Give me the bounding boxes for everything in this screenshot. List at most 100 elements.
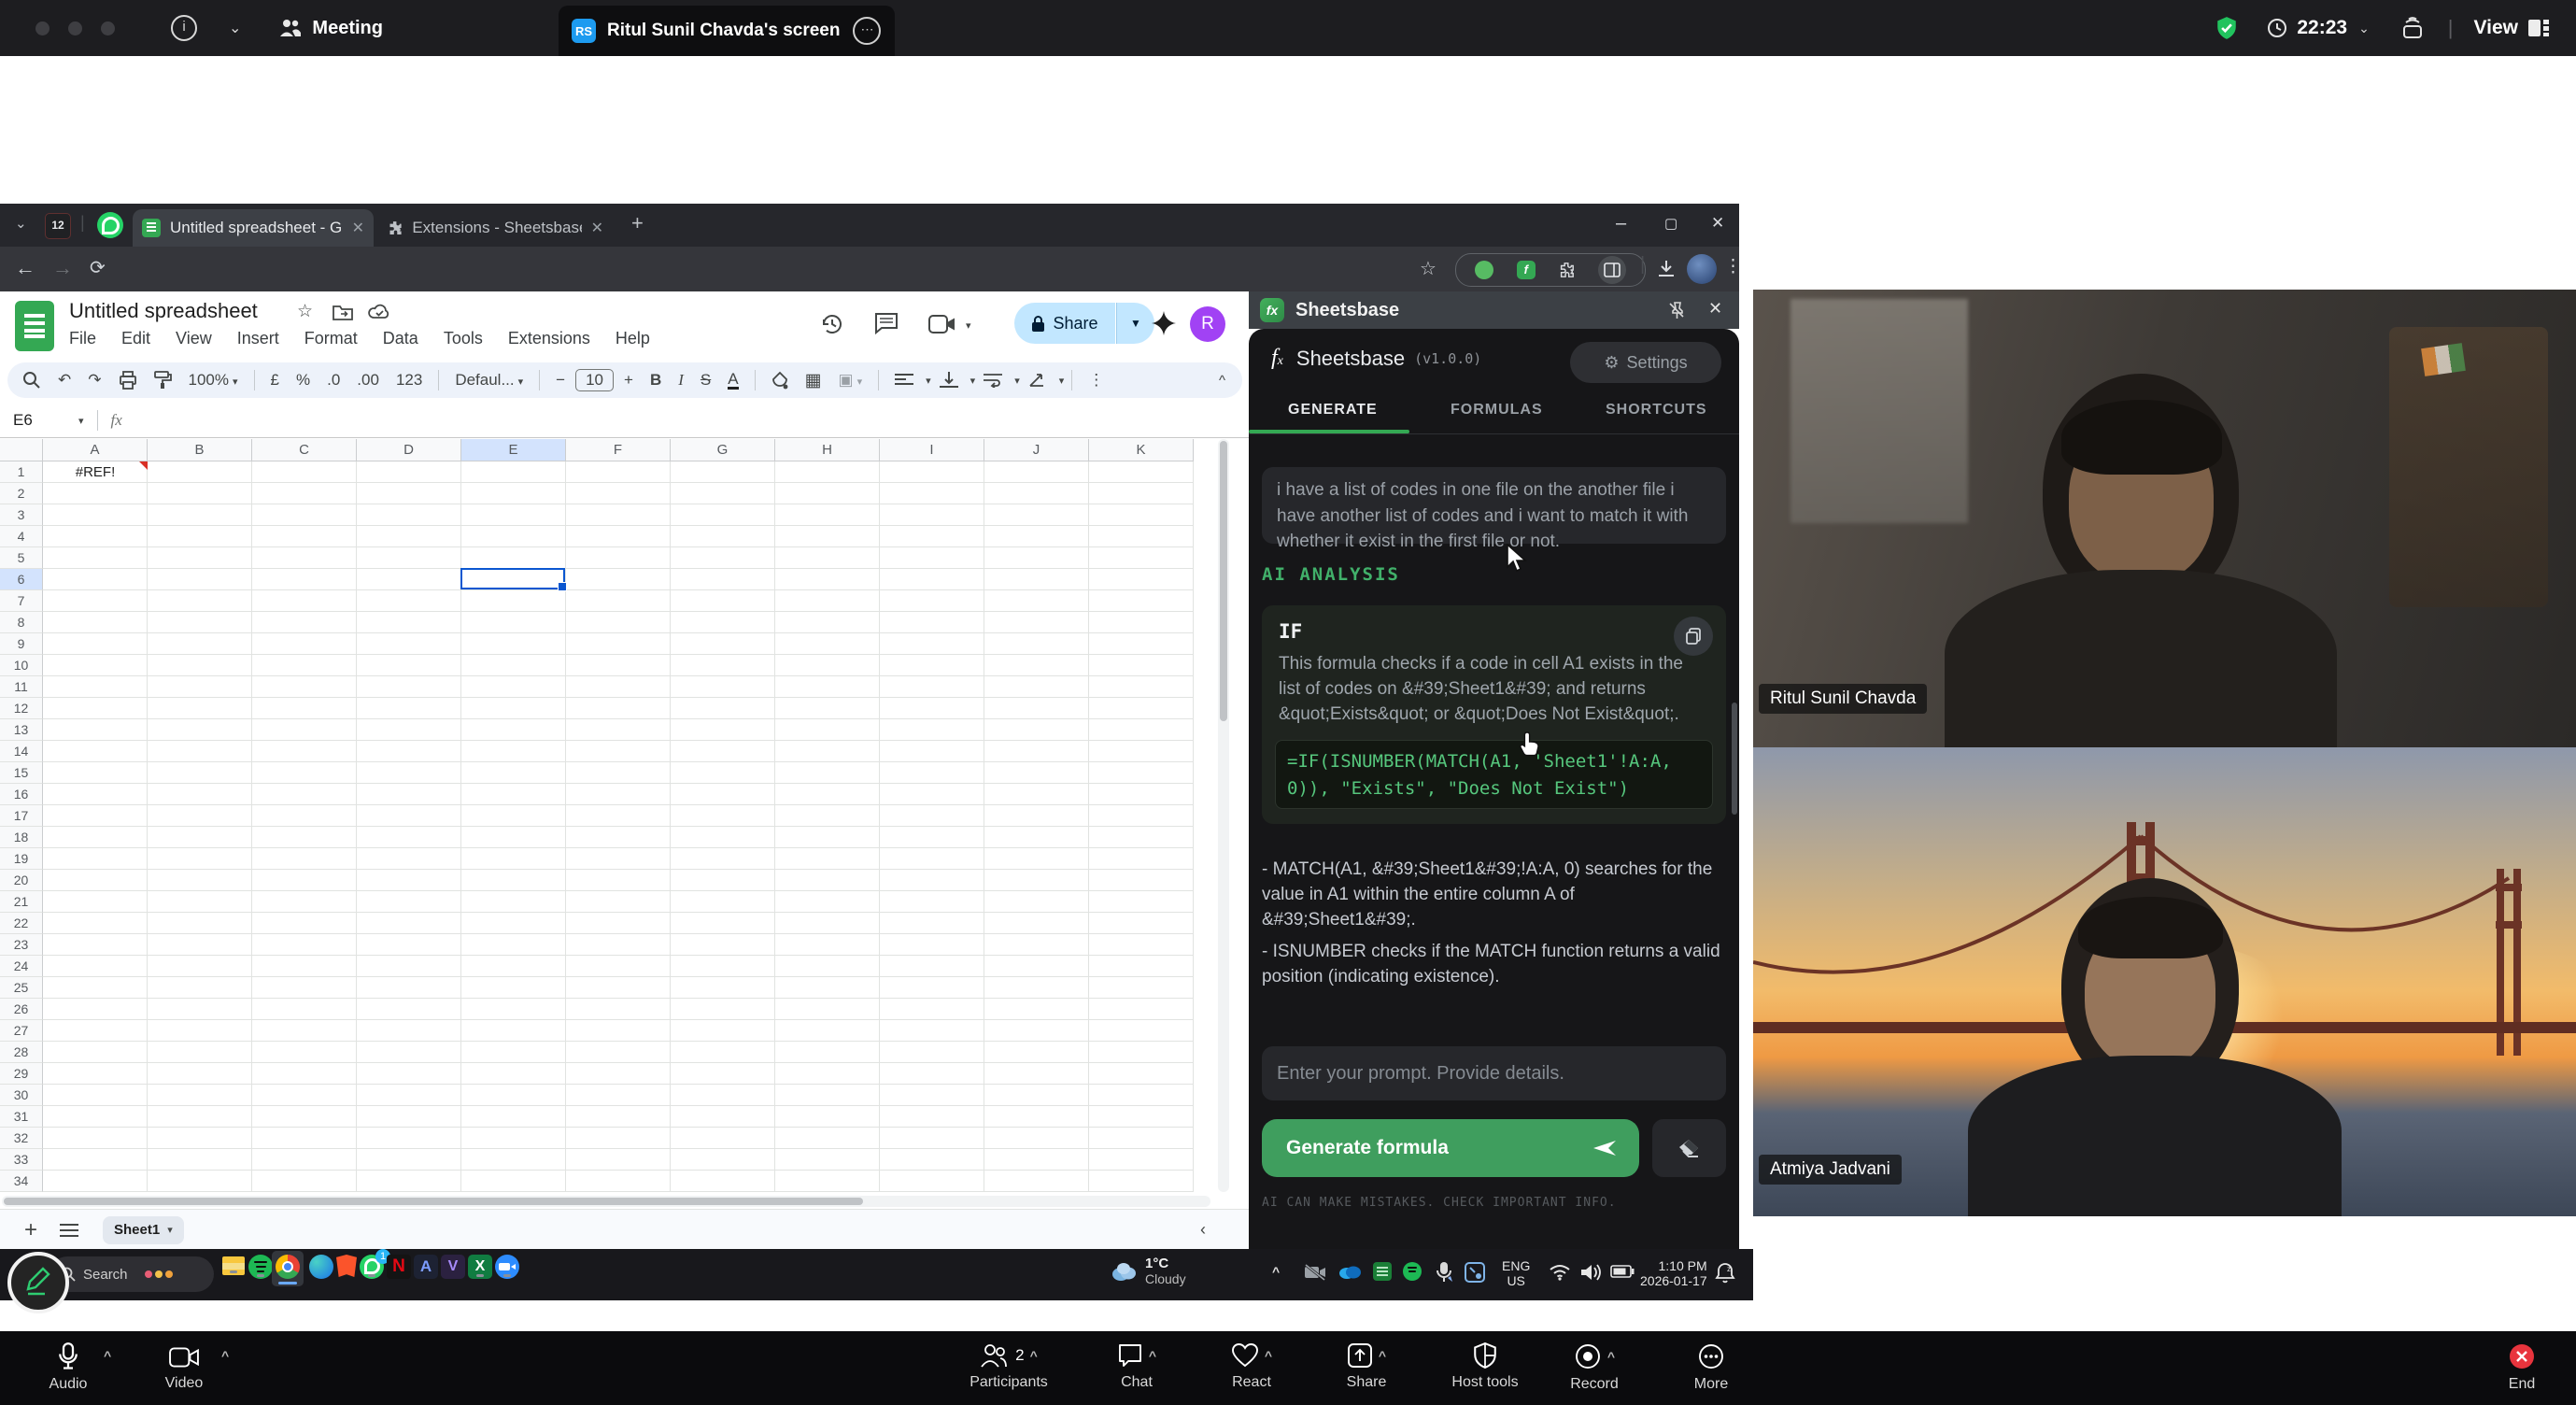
sheets-logo[interactable] bbox=[15, 301, 54, 351]
vertical-align-icon[interactable] bbox=[940, 372, 958, 389]
grid-hscrollbar[interactable] bbox=[2, 1196, 1210, 1207]
toolbar-more-icon[interactable]: ⋮ bbox=[1088, 371, 1104, 390]
menu-view[interactable]: View bbox=[176, 329, 212, 348]
reload-icon[interactable]: ⟳ bbox=[90, 256, 106, 279]
sheet-tab-active[interactable]: Sheet1 ▾ bbox=[103, 1216, 184, 1244]
brave-icon[interactable] bbox=[334, 1255, 359, 1279]
wifi-icon[interactable] bbox=[1549, 1264, 1571, 1281]
borders-icon[interactable]: ▦ bbox=[805, 370, 822, 391]
tab-close-icon[interactable]: ✕ bbox=[352, 219, 364, 237]
tray-capture-icon[interactable] bbox=[1465, 1262, 1485, 1283]
view-button[interactable]: View bbox=[2474, 17, 2518, 39]
react-chevron[interactable]: ^ bbox=[1265, 1348, 1272, 1363]
select-all-corner[interactable] bbox=[0, 439, 43, 461]
row-header-14[interactable]: 14 bbox=[0, 741, 43, 762]
react-control[interactable]: ^ React bbox=[1200, 1342, 1303, 1391]
cells-area[interactable]: #REF! bbox=[43, 461, 1194, 1192]
chat-control[interactable]: ^ Chat bbox=[1085, 1342, 1188, 1391]
add-sheet-button[interactable]: + bbox=[24, 1217, 37, 1243]
row-header-33[interactable]: 33 bbox=[0, 1149, 43, 1171]
column-header-C[interactable]: C bbox=[252, 439, 357, 461]
menu-extensions[interactable]: Extensions bbox=[508, 329, 590, 348]
row-header-19[interactable]: 19 bbox=[0, 848, 43, 870]
zoom-app-icon[interactable] bbox=[495, 1255, 519, 1279]
menu-format[interactable]: Format bbox=[304, 329, 358, 348]
row-header-22[interactable]: 22 bbox=[0, 913, 43, 934]
edge-icon[interactable] bbox=[309, 1255, 333, 1279]
menu-edit[interactable]: Edit bbox=[121, 329, 150, 348]
merge-cells-icon[interactable]: ▣▾ bbox=[839, 371, 863, 390]
move-folder-icon[interactable] bbox=[333, 304, 353, 320]
tabbar-scroll-left-icon[interactable]: ‹ bbox=[1200, 1220, 1206, 1240]
record-chevron[interactable]: ^ bbox=[1607, 1349, 1615, 1364]
more-control[interactable]: More bbox=[1664, 1342, 1758, 1393]
row-header-1[interactable]: 1 bbox=[0, 461, 43, 483]
row-header-26[interactable]: 26 bbox=[0, 999, 43, 1020]
side-panel-icon[interactable] bbox=[1598, 256, 1626, 284]
window-minimize-icon[interactable]: – bbox=[1616, 213, 1626, 234]
horizontal-align-icon[interactable] bbox=[895, 373, 913, 388]
search-icon[interactable] bbox=[22, 371, 41, 390]
zoom-select[interactable]: 100%▾ bbox=[189, 371, 238, 390]
row-header-32[interactable]: 32 bbox=[0, 1128, 43, 1149]
grid-vscrollbar[interactable] bbox=[1218, 439, 1229, 1192]
comment-icon[interactable] bbox=[874, 312, 899, 334]
info-icon[interactable]: i bbox=[171, 15, 197, 41]
taskbar-clock[interactable]: 1:10 PM 2026-01-17 bbox=[1640, 1258, 1707, 1288]
column-header-G[interactable]: G bbox=[671, 439, 775, 461]
row-header-6[interactable]: 6 bbox=[0, 569, 43, 590]
panel-scrollbar[interactable] bbox=[1732, 702, 1737, 815]
clear-button[interactable] bbox=[1652, 1119, 1726, 1177]
chat-chevron[interactable]: ^ bbox=[1149, 1348, 1156, 1363]
cell-a1[interactable]: #REF! bbox=[43, 461, 148, 483]
row-header-21[interactable]: 21 bbox=[0, 891, 43, 913]
annotation-tool-button[interactable] bbox=[7, 1252, 69, 1313]
chrome-icon-active[interactable] bbox=[272, 1251, 304, 1286]
excel-icon[interactable]: X bbox=[468, 1255, 492, 1279]
whatsapp-icon[interactable]: 1 bbox=[360, 1255, 384, 1279]
row-header-29[interactable]: 29 bbox=[0, 1063, 43, 1085]
row-header-24[interactable]: 24 bbox=[0, 956, 43, 977]
bookmark-star-icon[interactable]: ☆ bbox=[1420, 257, 1437, 280]
pinned-tab-whatsapp-icon[interactable] bbox=[97, 212, 123, 238]
paint-format-icon[interactable] bbox=[154, 371, 172, 390]
tab-formulas[interactable]: FORMULAS bbox=[1451, 402, 1543, 419]
meet-caret-icon[interactable]: ▾ bbox=[966, 319, 971, 332]
column-header-K[interactable]: K bbox=[1089, 439, 1194, 461]
column-header-D[interactable]: D bbox=[357, 439, 461, 461]
more-formats-button[interactable]: 123 bbox=[396, 371, 422, 390]
audio-control[interactable]: ^ Audio bbox=[17, 1342, 120, 1393]
video-options-chevron[interactable]: ^ bbox=[221, 1348, 229, 1363]
italic-button[interactable]: I bbox=[678, 371, 684, 390]
row-header-25[interactable]: 25 bbox=[0, 977, 43, 999]
row-header-23[interactable]: 23 bbox=[0, 934, 43, 956]
meet-camera-icon[interactable] bbox=[928, 314, 956, 334]
volume-icon[interactable] bbox=[1580, 1263, 1601, 1282]
unpin-icon[interactable] bbox=[1667, 301, 1686, 319]
menu-tools[interactable]: Tools bbox=[444, 329, 483, 348]
row-header-16[interactable]: 16 bbox=[0, 784, 43, 805]
decrease-decimals-button[interactable]: .0 bbox=[327, 371, 340, 390]
cloud-status-icon[interactable] bbox=[368, 304, 390, 320]
browser-tab-spreadsheet[interactable]: Untitled spreadsheet - Google S ✕ bbox=[133, 209, 374, 247]
column-header-F[interactable]: F bbox=[566, 439, 671, 461]
column-header-E[interactable]: E bbox=[461, 439, 566, 461]
column-header-A[interactable]: A bbox=[43, 439, 148, 461]
vs-icon[interactable]: V bbox=[441, 1255, 465, 1279]
host-tools-control[interactable]: Host tools bbox=[1424, 1342, 1546, 1391]
menu-data[interactable]: Data bbox=[383, 329, 418, 348]
bold-button[interactable]: B bbox=[650, 371, 661, 390]
cast-icon[interactable] bbox=[2399, 16, 2426, 40]
tray-mic-icon[interactable] bbox=[1435, 1261, 1453, 1284]
extension-icon-sheetsbase[interactable]: f bbox=[1517, 261, 1536, 279]
print-icon[interactable] bbox=[119, 371, 137, 390]
row-header-34[interactable]: 34 bbox=[0, 1171, 43, 1192]
text-rotation-icon[interactable] bbox=[1028, 373, 1047, 388]
spotify-icon[interactable] bbox=[248, 1255, 273, 1279]
settings-button[interactable]: ⚙ Settings bbox=[1570, 342, 1721, 383]
menu-insert[interactable]: Insert bbox=[237, 329, 279, 348]
column-header-B[interactable]: B bbox=[148, 439, 252, 461]
tray-spotify-icon[interactable] bbox=[1403, 1262, 1422, 1281]
app-a-icon[interactable]: A bbox=[414, 1255, 438, 1279]
tray-green-app-icon[interactable] bbox=[1373, 1262, 1392, 1281]
